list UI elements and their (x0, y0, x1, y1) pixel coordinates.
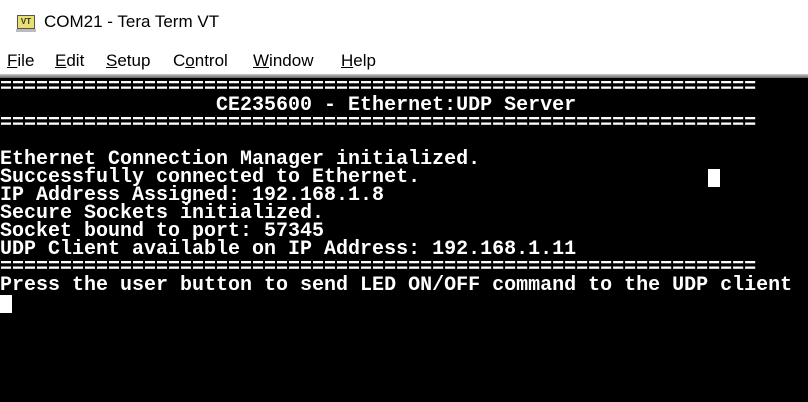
menu-file[interactable]: File (7, 51, 34, 71)
menu-bar: File Edit Setup Control Window Help (0, 46, 808, 76)
stray-cursor-block (708, 169, 720, 187)
terminal-line: Press the user button to send LED ON/OFF… (0, 274, 793, 297)
menu-setup[interactable]: Setup (106, 51, 150, 71)
terminal-cursor (0, 295, 12, 313)
title-bar: VT COM21 - Tera Term VT (0, 0, 808, 46)
terminal-screen[interactable]: ========================================… (0, 78, 808, 402)
menu-edit[interactable]: Edit (55, 51, 84, 71)
menu-control-pre: C (173, 51, 186, 70)
menu-window[interactable]: Window (253, 51, 313, 71)
separator-line: ========================================… (0, 112, 757, 135)
menu-control-accel: o (185, 51, 195, 70)
menu-control[interactable]: Control (173, 51, 228, 71)
tera-term-app-icon: VT (16, 15, 36, 32)
menu-window-label: indow (269, 51, 314, 70)
menu-window-accel: W (253, 51, 270, 70)
menu-control-label: ntrol (194, 51, 228, 70)
menu-help[interactable]: Help (341, 51, 376, 71)
window-title: COM21 - Tera Term VT (44, 12, 220, 31)
